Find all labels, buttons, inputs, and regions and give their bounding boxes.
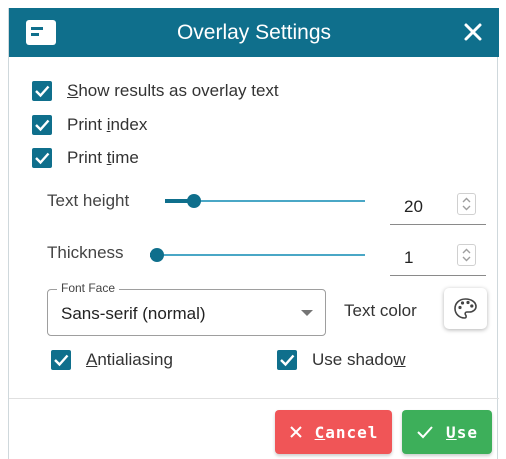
close-icon: [289, 426, 302, 438]
check-icon: [417, 426, 433, 439]
print-index-label: Print index: [67, 115, 148, 134]
palette-icon: [454, 298, 477, 319]
checkbox-checked-icon: [32, 148, 52, 168]
show-results-label: Show results as overlay text: [67, 81, 279, 100]
use-button[interactable]: Use: [402, 410, 492, 454]
antialiasing-checkbox[interactable]: Antialiasing: [51, 350, 173, 370]
print-time-checkbox[interactable]: Print time: [32, 148, 139, 168]
checkbox-checked-icon: [32, 115, 52, 135]
cancel-button[interactable]: Cancel: [275, 410, 392, 454]
text-color-button[interactable]: [444, 288, 487, 329]
checkbox-checked-icon: [51, 350, 71, 370]
spinner-icon[interactable]: [457, 244, 476, 266]
chevron-down-icon: [301, 310, 313, 316]
antialiasing-label: Antialiasing: [86, 350, 173, 369]
footer-divider: [9, 398, 499, 399]
text-height-input[interactable]: 20: [390, 191, 486, 225]
show-results-checkbox[interactable]: Show results as overlay text: [32, 81, 279, 101]
font-face-value: Sans-serif (normal): [61, 304, 206, 323]
use-shadow-label: Use shadow: [312, 350, 406, 369]
close-icon[interactable]: [459, 18, 487, 46]
cancel-label: Cancel: [314, 422, 379, 442]
text-color-label: Text color: [344, 301, 417, 320]
font-face-select[interactable]: Font Face Sans-serif (normal): [47, 281, 326, 336]
thickness-label: Thickness: [47, 243, 124, 262]
text-height-slider-thumb[interactable]: [187, 194, 201, 208]
checkbox-checked-icon: [32, 81, 52, 101]
title-bar: Overlay Settings: [9, 8, 499, 57]
use-label: Use: [446, 422, 478, 442]
print-time-label: Print time: [67, 148, 139, 167]
text-height-slider[interactable]: [165, 193, 365, 209]
use-shadow-checkbox[interactable]: Use shadow: [277, 350, 406, 370]
thickness-slider-thumb[interactable]: [150, 248, 164, 262]
print-index-checkbox[interactable]: Print index: [32, 115, 147, 135]
thickness-input[interactable]: 1: [390, 242, 486, 276]
checkbox-checked-icon: [277, 350, 297, 370]
text-height-label: Text height: [47, 191, 130, 210]
overlay-settings-dialog: Overlay Settings Show results as overlay…: [8, 8, 499, 459]
font-face-label: Font Face: [57, 281, 120, 295]
dialog-title: Overlay Settings: [176, 21, 332, 44]
spinner-icon[interactable]: [457, 193, 476, 215]
thickness-slider[interactable]: [150, 247, 365, 263]
